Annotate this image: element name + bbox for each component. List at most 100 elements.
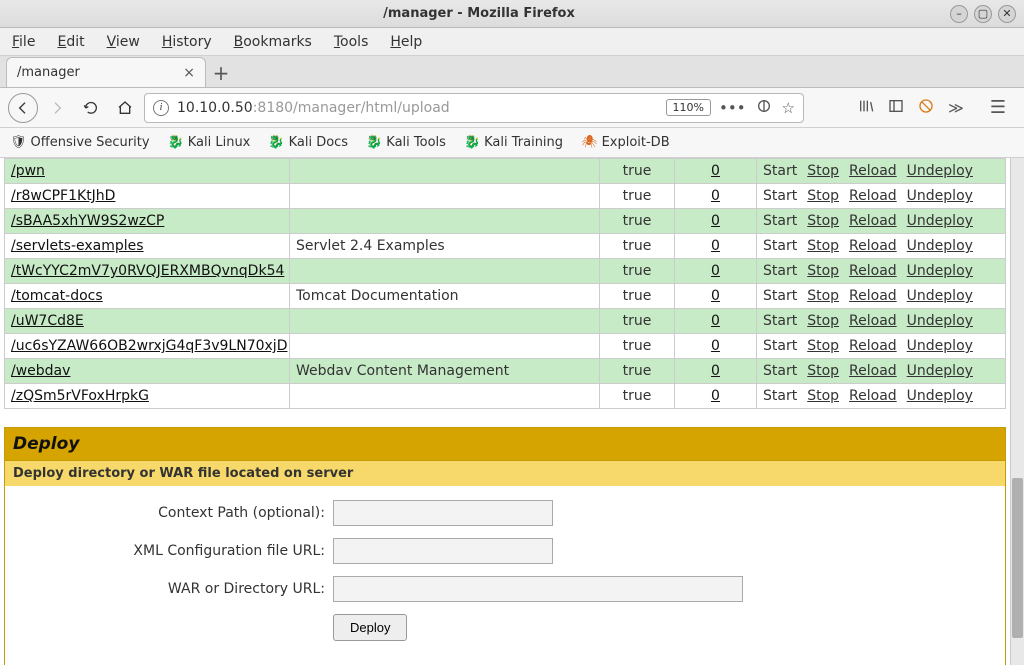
war-url-input[interactable] [333, 576, 743, 602]
cmd-stop[interactable]: Stop [807, 363, 839, 379]
cmd-stop[interactable]: Stop [807, 263, 839, 279]
app-sessions-link[interactable]: 0 [711, 288, 720, 304]
cmd-stop[interactable]: Stop [807, 213, 839, 229]
cmd-reload[interactable]: Reload [849, 263, 897, 279]
cmd-undeploy[interactable]: Undeploy [907, 363, 973, 379]
scrollbar-thumb[interactable] [1012, 478, 1023, 638]
app-sessions-link[interactable]: 0 [711, 213, 720, 229]
reload-icon [83, 100, 99, 116]
sidebar-icon[interactable] [888, 98, 904, 118]
menu-edit[interactable]: Edit [57, 34, 84, 50]
tab-label: /manager [17, 65, 177, 80]
bookmark-star-icon[interactable]: ☆ [782, 99, 795, 117]
url-text: 10.10.0.50:8180/manager/html/upload [177, 100, 658, 116]
bookmark-exploit-db[interactable]: 🕷Exploit-DB [581, 135, 670, 150]
deploy-button[interactable]: Deploy [333, 614, 407, 641]
app-sessions-link[interactable]: 0 [711, 238, 720, 254]
app-path-link[interactable]: /r8wCPF1KtJhD [11, 188, 115, 204]
kali-icon: 🐉 [268, 135, 284, 150]
app-path-link[interactable]: /uW7Cd8E [11, 313, 84, 329]
cmd-stop[interactable]: Stop [807, 313, 839, 329]
tab-close-icon[interactable]: × [183, 65, 195, 81]
reload-button[interactable] [76, 93, 106, 123]
cmd-undeploy[interactable]: Undeploy [907, 213, 973, 229]
app-path-link[interactable]: /webdav [11, 363, 70, 379]
noscript-icon[interactable] [918, 98, 934, 118]
window-minimize-button[interactable]: – [950, 5, 968, 23]
app-running: true [600, 234, 675, 259]
site-info-icon[interactable]: i [153, 100, 169, 116]
cmd-undeploy[interactable]: Undeploy [907, 188, 973, 204]
cmd-reload[interactable]: Reload [849, 213, 897, 229]
xml-config-input[interactable] [333, 538, 553, 564]
app-path-link[interactable]: /servlets-examples [11, 238, 144, 254]
bookmarks-toolbar: 🛡Offensive Security 🐉Kali Linux 🐉Kali Do… [0, 128, 1024, 158]
cmd-undeploy[interactable]: Undeploy [907, 263, 973, 279]
browser-tab[interactable]: /manager × [6, 57, 206, 87]
overflow-icon[interactable]: ≫ [948, 99, 964, 117]
cmd-stop[interactable]: Stop [807, 338, 839, 354]
cmd-undeploy[interactable]: Undeploy [907, 288, 973, 304]
menu-bookmarks[interactable]: Bookmarks [234, 34, 312, 50]
forward-button[interactable] [42, 93, 72, 123]
context-path-input[interactable] [333, 500, 553, 526]
cmd-start: Start [763, 388, 797, 404]
cmd-undeploy[interactable]: Undeploy [907, 338, 973, 354]
cmd-reload[interactable]: Reload [849, 188, 897, 204]
window-close-button[interactable]: ✕ [998, 5, 1016, 23]
menu-help[interactable]: Help [390, 34, 422, 50]
bookmark-offensive-security[interactable]: 🛡Offensive Security [10, 135, 150, 150]
back-button[interactable] [8, 93, 38, 123]
app-sessions-link[interactable]: 0 [711, 338, 720, 354]
vertical-scrollbar[interactable] [1010, 158, 1024, 665]
cmd-start: Start [763, 338, 797, 354]
cmd-stop[interactable]: Stop [807, 188, 839, 204]
app-sessions-link[interactable]: 0 [711, 188, 720, 204]
window-maximize-button[interactable]: ▢ [974, 5, 992, 23]
cmd-reload[interactable]: Reload [849, 288, 897, 304]
cmd-stop[interactable]: Stop [807, 238, 839, 254]
cmd-undeploy[interactable]: Undeploy [907, 388, 973, 404]
cmd-stop[interactable]: Stop [807, 163, 839, 179]
bookmark-kali-training[interactable]: 🐉Kali Training [464, 135, 563, 150]
library-icon[interactable] [858, 98, 874, 118]
bookmark-kali-tools[interactable]: 🐉Kali Tools [366, 135, 446, 150]
app-sessions-link[interactable]: 0 [711, 388, 720, 404]
bookmark-kali-linux[interactable]: 🐉Kali Linux [168, 135, 251, 150]
cmd-stop[interactable]: Stop [807, 288, 839, 304]
cmd-reload[interactable]: Reload [849, 363, 897, 379]
home-button[interactable] [110, 93, 140, 123]
cmd-reload[interactable]: Reload [849, 238, 897, 254]
cmd-reload[interactable]: Reload [849, 163, 897, 179]
menu-tools[interactable]: Tools [334, 34, 369, 50]
menu-file[interactable]: File [12, 34, 35, 50]
app-path-link[interactable]: /tomcat-docs [11, 288, 103, 304]
war-url-label: WAR or Directory URL: [13, 581, 333, 597]
bookmark-kali-docs[interactable]: 🐉Kali Docs [268, 135, 348, 150]
cmd-reload[interactable]: Reload [849, 313, 897, 329]
cmd-reload[interactable]: Reload [849, 388, 897, 404]
kali-icon: 🐉 [168, 135, 184, 150]
menu-view[interactable]: View [107, 34, 140, 50]
reader-mode-icon[interactable] [756, 98, 772, 118]
hamburger-menu-icon[interactable]: ☰ [986, 93, 1010, 122]
cmd-stop[interactable]: Stop [807, 388, 839, 404]
cmd-undeploy[interactable]: Undeploy [907, 313, 973, 329]
app-path-link[interactable]: /uc6sYZAW66OB2wrxjG4qF3v9LN70xjD [11, 338, 287, 354]
app-path-link[interactable]: /tWcYYC2mV7y0RVQJERXMBQvnqDk54 [11, 263, 284, 279]
app-path-link[interactable]: /zQSm5rVFoxHrpkG [11, 388, 149, 404]
app-sessions-link[interactable]: 0 [711, 313, 720, 329]
zoom-level-badge[interactable]: 110% [666, 99, 711, 116]
page-actions-icon[interactable]: ••• [719, 99, 746, 117]
url-bar[interactable]: i 10.10.0.50:8180/manager/html/upload 11… [144, 93, 804, 123]
app-sessions-link[interactable]: 0 [711, 363, 720, 379]
cmd-reload[interactable]: Reload [849, 338, 897, 354]
cmd-undeploy[interactable]: Undeploy [907, 163, 973, 179]
cmd-undeploy[interactable]: Undeploy [907, 238, 973, 254]
app-sessions-link[interactable]: 0 [711, 163, 720, 179]
app-path-link[interactable]: /sBAA5xhYW9S2wzCP [11, 213, 164, 229]
menu-history[interactable]: History [162, 34, 212, 50]
new-tab-button[interactable]: + [206, 59, 236, 87]
app-sessions-link[interactable]: 0 [711, 263, 720, 279]
app-path-link[interactable]: /pwn [11, 163, 45, 179]
